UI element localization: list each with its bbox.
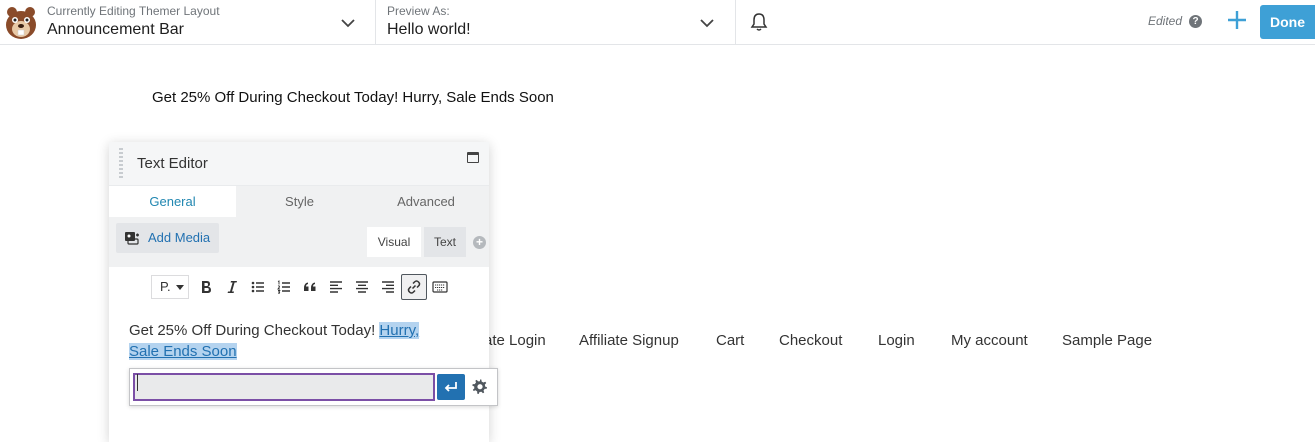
italic-button[interactable] bbox=[219, 274, 245, 300]
menu-item-affiliate-login[interactable]: ate Login bbox=[484, 332, 579, 349]
align-right-icon bbox=[382, 281, 394, 293]
bullet-list-icon bbox=[251, 281, 264, 293]
layout-selector-label: Currently Editing Themer Layout bbox=[47, 4, 220, 18]
content-link-text[interactable]: Sale Ends Soon bbox=[129, 343, 237, 360]
menu-item-checkout[interactable]: Checkout bbox=[779, 332, 878, 349]
text-editor-panel: Text Editor General Style Advanced Add M… bbox=[109, 142, 498, 442]
preview-as-value: Hello world! bbox=[387, 21, 471, 38]
preview-as-selector[interactable]: Preview As: Hello world! bbox=[387, 4, 722, 42]
minimize-icon[interactable] bbox=[467, 152, 479, 163]
settings-tabs: General Style Advanced bbox=[109, 186, 489, 217]
numbered-list-icon bbox=[277, 280, 290, 294]
edited-status: Edited bbox=[1148, 14, 1183, 28]
blockquote-button[interactable] bbox=[297, 274, 323, 300]
toolbar-toggle-icon bbox=[432, 281, 448, 293]
drag-handle-icon[interactable] bbox=[119, 148, 123, 180]
layout-selector-value: Announcement Bar bbox=[47, 21, 184, 38]
italic-icon bbox=[227, 281, 237, 293]
insert-link-button[interactable] bbox=[401, 274, 427, 300]
align-right-button[interactable] bbox=[375, 274, 401, 300]
editor-media-row: Add Media Visual Text + bbox=[109, 217, 489, 267]
content-plain-text: Get 25% Off During Checkout Today! bbox=[129, 322, 380, 339]
visual-mode-tab[interactable]: Visual bbox=[367, 227, 421, 257]
link-url-input[interactable] bbox=[133, 373, 435, 401]
align-left-icon bbox=[330, 281, 342, 293]
menu-item-login[interactable]: Login bbox=[878, 332, 951, 349]
toolbar-toggle-button[interactable] bbox=[427, 274, 453, 300]
bold-button[interactable] bbox=[193, 274, 219, 300]
paragraph-format-value: P. bbox=[160, 279, 171, 294]
tab-advanced[interactable]: Advanced bbox=[363, 186, 489, 217]
layout-selector[interactable]: Currently Editing Themer Layout Announce… bbox=[47, 4, 367, 42]
link-options-gear-icon[interactable] bbox=[470, 377, 490, 397]
blockquote-icon bbox=[304, 282, 316, 291]
align-left-button[interactable] bbox=[323, 274, 349, 300]
menu-item-cart[interactable]: Cart bbox=[716, 332, 779, 349]
chevron-down-icon bbox=[700, 19, 714, 28]
add-media-icon bbox=[125, 232, 139, 245]
chevron-down-icon bbox=[341, 19, 355, 28]
menu-item-sample-page[interactable]: Sample Page bbox=[1062, 332, 1152, 349]
announcement-text: Get 25% Off During Checkout Today! Hurry… bbox=[152, 89, 554, 106]
panel-header[interactable]: Text Editor bbox=[109, 142, 489, 186]
tab-general[interactable]: General bbox=[109, 186, 236, 217]
topbar-divider bbox=[375, 0, 376, 45]
align-center-icon bbox=[356, 281, 368, 293]
add-media-button[interactable]: Add Media bbox=[116, 223, 219, 253]
enter-arrow-icon bbox=[444, 382, 457, 392]
help-icon[interactable]: ? bbox=[1189, 15, 1202, 28]
expand-plus-icon[interactable]: + bbox=[473, 236, 486, 249]
editor-content[interactable]: Get 25% Off During Checkout Today! Hurry… bbox=[129, 320, 459, 362]
link-icon bbox=[407, 280, 421, 294]
bold-icon bbox=[202, 281, 211, 293]
bullet-list-button[interactable] bbox=[245, 274, 271, 300]
preview-as-label: Preview As: bbox=[387, 4, 450, 18]
caret-down-icon bbox=[176, 285, 184, 290]
menu-item-affiliate-signup[interactable]: Affiliate Signup bbox=[579, 332, 716, 349]
content-link-text[interactable]: Hurry, bbox=[379, 322, 420, 339]
nav-menu: ate Login Affiliate Signup Cart Checkout… bbox=[484, 332, 1152, 349]
tab-style[interactable]: Style bbox=[236, 186, 363, 217]
text-cursor bbox=[137, 374, 138, 391]
link-popup bbox=[129, 368, 498, 406]
topbar-divider bbox=[735, 0, 736, 45]
done-button[interactable]: Done bbox=[1260, 5, 1315, 39]
apply-link-button[interactable] bbox=[437, 374, 465, 400]
top-bar: Currently Editing Themer Layout Announce… bbox=[0, 0, 1315, 45]
panel-title: Text Editor bbox=[137, 155, 208, 172]
align-center-button[interactable] bbox=[349, 274, 375, 300]
paragraph-format-select[interactable]: P. bbox=[151, 275, 189, 299]
add-content-button[interactable] bbox=[1225, 8, 1249, 32]
notifications-bell-icon[interactable] bbox=[749, 12, 769, 32]
editor-toolbar: P. bbox=[151, 273, 453, 301]
beaver-logo-icon bbox=[6, 7, 36, 39]
menu-item-my-account[interactable]: My account bbox=[951, 332, 1062, 349]
numbered-list-button[interactable] bbox=[271, 274, 297, 300]
text-mode-tab[interactable]: Text bbox=[424, 227, 466, 257]
add-media-label: Add Media bbox=[148, 230, 211, 245]
